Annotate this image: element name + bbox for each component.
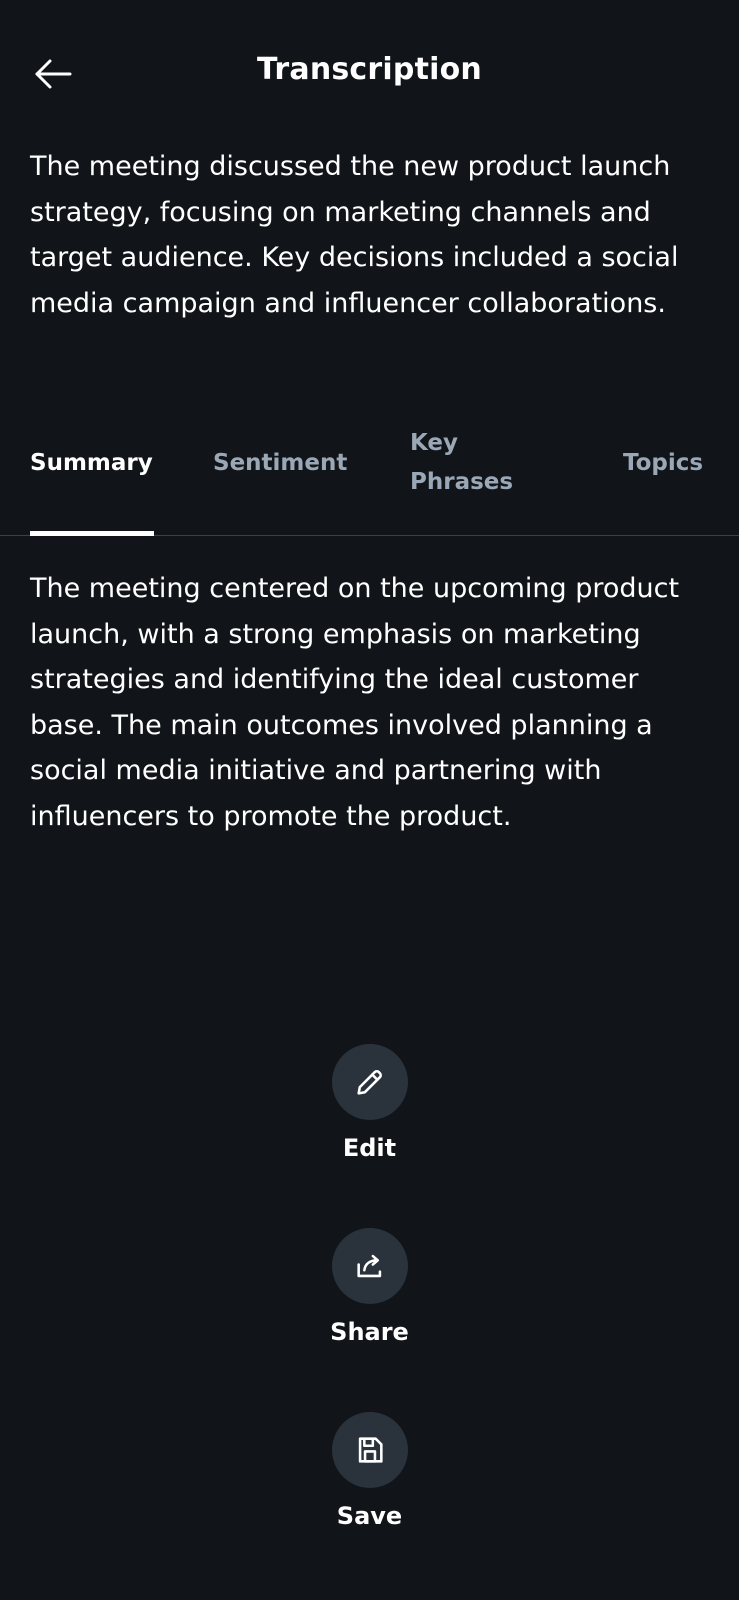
share-button[interactable]: Share — [0, 1228, 739, 1346]
save-label: Save — [336, 1502, 403, 1530]
transcription-intro: The meeting discussed the new product la… — [30, 151, 679, 319]
transcription-screen: Transcription The meeting discussed the … — [0, 0, 739, 1600]
share-icon-circle — [331, 1228, 408, 1304]
pencil-icon — [356, 1070, 382, 1095]
tab-summary[interactable]: Summary — [30, 444, 153, 483]
save-button[interactable]: Save — [0, 1412, 739, 1530]
edit-icon-circle — [331, 1044, 408, 1120]
analysis-tabs: Summary Sentiment Key Phrases Topics — [0, 410, 739, 536]
tab-key-phrases[interactable]: Key Phrases — [410, 424, 540, 502]
summary-content: The meeting centered on the upcoming pro… — [30, 573, 680, 832]
tab-topics[interactable]: Topics — [623, 444, 703, 483]
header: Transcription — [0, 38, 739, 110]
floppy-disk-icon — [358, 1437, 383, 1463]
active-tab-indicator — [30, 531, 154, 536]
page-title: Transcription — [257, 52, 482, 87]
share-icon — [356, 1254, 381, 1278]
share-label: Share — [330, 1318, 409, 1346]
edit-button[interactable]: Edit — [0, 1044, 739, 1162]
edit-label: Edit — [342, 1134, 397, 1162]
tab-sentiment[interactable]: Sentiment — [213, 444, 347, 483]
save-icon-circle — [331, 1412, 408, 1488]
